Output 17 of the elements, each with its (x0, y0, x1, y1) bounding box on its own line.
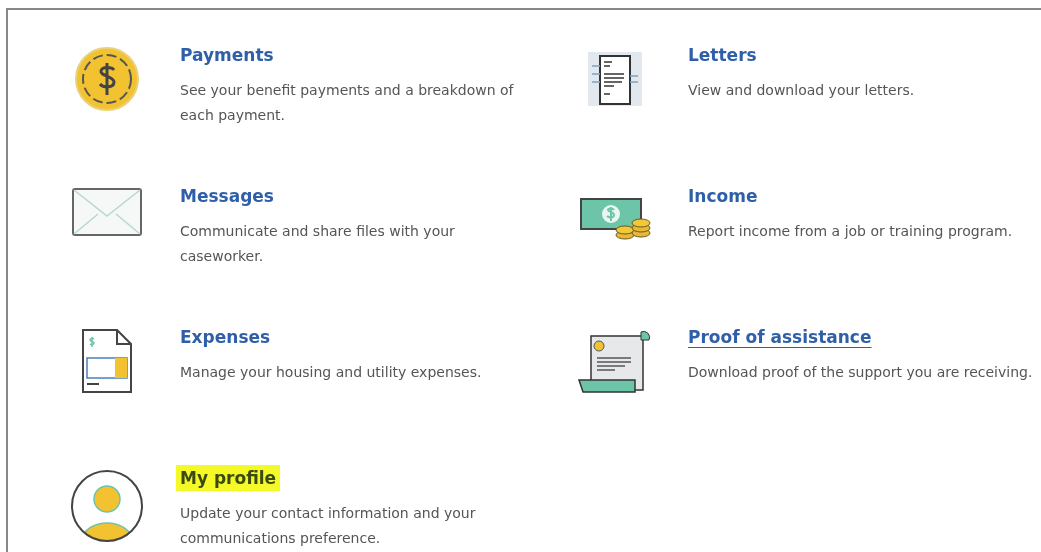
section-link[interactable]: Payments (180, 42, 274, 68)
envelope-icon (71, 187, 143, 237)
section-link[interactable]: My profile (176, 465, 281, 491)
section-link[interactable]: Expenses (180, 324, 271, 350)
section-link[interactable]: Income (688, 183, 758, 209)
section-link[interactable]: Messages (180, 183, 274, 209)
section-description: Report income from a job or training program. (688, 222, 1014, 241)
section-description: See your benefit payments and a breakdown of each payment. (180, 81, 515, 125)
section-description: Communicate and share files with your caseworker. (180, 222, 456, 266)
section-link[interactable]: Proof of assistance (688, 324, 872, 350)
section-description: Download proof of the support you are receiving. (688, 363, 1033, 382)
dollar-coin-icon (74, 46, 140, 112)
section-description: Update your contact information and your communications preference. (180, 504, 477, 548)
section-description: View and download your letters. (688, 81, 916, 100)
section-link[interactable]: Letters (688, 42, 757, 68)
section-description: Manage your housing and utility expenses. (180, 363, 483, 382)
user-avatar-icon (70, 469, 144, 543)
